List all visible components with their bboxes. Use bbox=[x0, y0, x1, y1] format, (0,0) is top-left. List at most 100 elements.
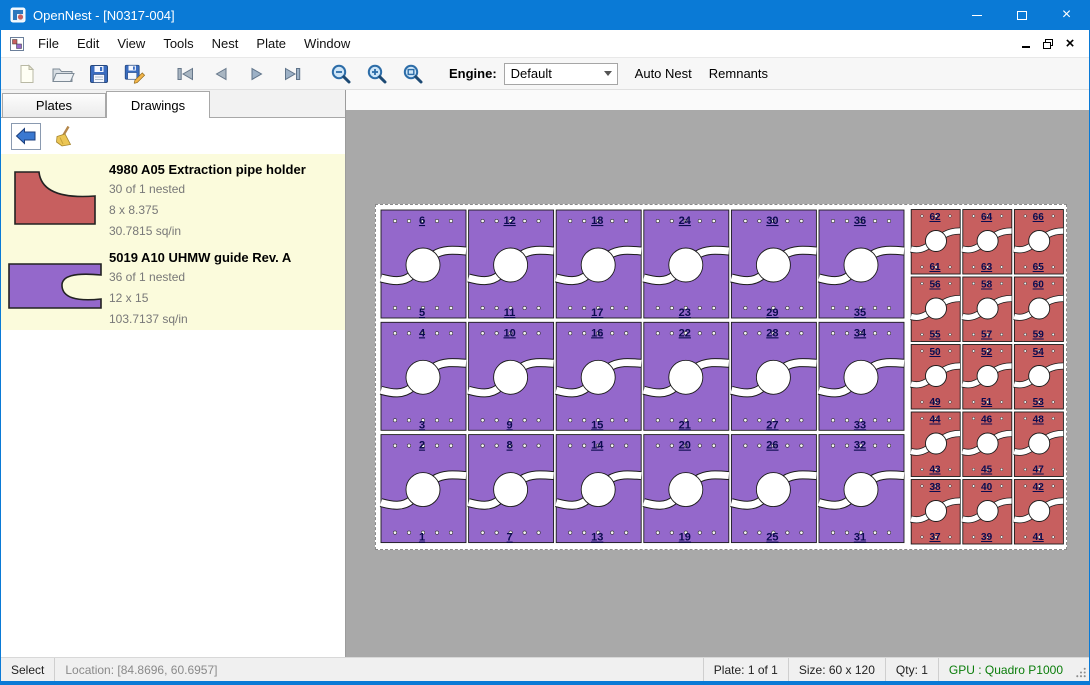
part-number: 2 bbox=[419, 440, 425, 452]
zoom-out-button[interactable] bbox=[323, 59, 359, 89]
nest-cell-red[interactable]: 40 39 bbox=[963, 480, 1012, 545]
purple-part-shape bbox=[9, 264, 101, 308]
part-number: 35 bbox=[854, 307, 866, 319]
status-size: Size: 60 x 120 bbox=[789, 658, 885, 681]
nav-next-button[interactable] bbox=[239, 59, 275, 89]
resize-grip[interactable] bbox=[1073, 658, 1089, 681]
menu-file[interactable]: File bbox=[29, 31, 68, 56]
menu-edit[interactable]: Edit bbox=[68, 31, 108, 56]
nest-cell-purple[interactable]: 109 bbox=[469, 322, 554, 431]
mdi-minimize-button[interactable] bbox=[1015, 34, 1037, 54]
menu-window[interactable]: Window bbox=[295, 31, 359, 56]
part-number: 29 bbox=[766, 307, 778, 319]
nest-cell-red[interactable]: 6665 bbox=[1014, 210, 1063, 275]
clear-parts-button[interactable] bbox=[50, 123, 80, 150]
nest-cell-red[interactable]: 6463 bbox=[963, 210, 1012, 275]
nest-cell-purple[interactable]: 87 bbox=[469, 435, 554, 544]
nest-cell-red[interactable]: 5655 bbox=[911, 277, 960, 342]
save-as-button[interactable] bbox=[117, 59, 153, 89]
drawing-item-2[interactable]: 5019 A10 UHMW guide Rev. A 36 of 1 neste… bbox=[1, 242, 345, 330]
zoom-group bbox=[323, 59, 431, 89]
last-plate-icon bbox=[282, 65, 304, 83]
nest-cell-purple[interactable]: 43 bbox=[381, 322, 466, 431]
nest-cell-purple[interactable]: 2019 bbox=[644, 435, 729, 544]
new-document-icon bbox=[17, 64, 37, 84]
return-parts-button[interactable] bbox=[11, 123, 41, 150]
mdi-restore-button[interactable] bbox=[1037, 34, 1059, 54]
engine-select[interactable]: Default bbox=[504, 63, 618, 85]
window-maximize-button[interactable] bbox=[999, 0, 1044, 30]
nest-cell-red[interactable]: 6261 bbox=[911, 210, 960, 275]
nest-plate[interactable]: 6512111817242330293635431091615222128273… bbox=[375, 204, 1067, 550]
nest-cell-purple[interactable]: 1817 bbox=[556, 210, 641, 319]
nest-cell-red[interactable]: 5049 bbox=[911, 345, 960, 410]
nest-cell-red[interactable]: 4645 bbox=[963, 412, 1012, 477]
zoom-fit-button[interactable] bbox=[395, 59, 431, 89]
part-number: 16 bbox=[591, 327, 603, 339]
nest-cell-red[interactable]: 6059 bbox=[1014, 277, 1063, 342]
nest-cell-red[interactable]: 5857 bbox=[963, 277, 1012, 342]
menu-plate[interactable]: Plate bbox=[247, 31, 295, 56]
nest-cell-purple[interactable]: 2827 bbox=[731, 322, 816, 431]
nest-cell-purple[interactable]: 36 35 bbox=[819, 210, 904, 319]
nest-cell-red[interactable]: 4443 bbox=[911, 412, 960, 477]
first-plate-icon bbox=[174, 65, 196, 83]
drawing-nested-count: 36 of 1 nested bbox=[109, 267, 345, 288]
status-gpu: GPU : Quadro P1000 bbox=[939, 658, 1073, 681]
part-number: 40 bbox=[981, 482, 993, 493]
status-qty: Qty: 1 bbox=[886, 658, 938, 681]
part-number: 17 bbox=[591, 307, 603, 319]
part-number: 10 bbox=[503, 327, 515, 339]
nest-cell-purple[interactable]: 3231 bbox=[819, 435, 904, 544]
zoom-in-button[interactable] bbox=[359, 59, 395, 89]
menu-tools[interactable]: Tools bbox=[154, 31, 202, 56]
window-minimize-button[interactable] bbox=[954, 0, 999, 30]
part-number: 37 bbox=[929, 532, 941, 543]
drawing-item-1[interactable]: 4980 A05 Extraction pipe holder 30 of 1 … bbox=[1, 154, 345, 242]
auto-nest-button[interactable]: Auto Nest bbox=[635, 66, 692, 81]
menu-view[interactable]: View bbox=[108, 31, 154, 56]
part-number: 39 bbox=[981, 532, 993, 543]
nest-plate-svg[interactable]: 6512111817242330293635431091615222128273… bbox=[376, 205, 1066, 549]
nest-cell-purple[interactable]: 2423 bbox=[644, 210, 729, 319]
part-number: 56 bbox=[929, 280, 941, 291]
remnants-button[interactable]: Remnants bbox=[709, 66, 768, 81]
tab-plates[interactable]: Plates bbox=[2, 93, 106, 117]
nest-cell-purple[interactable]: 1211 bbox=[469, 210, 554, 319]
part-number: 51 bbox=[981, 397, 993, 408]
red-part-shape bbox=[15, 172, 95, 224]
nest-cell-red[interactable]: 5453 bbox=[1014, 345, 1063, 410]
nest-cell-purple[interactable]: 2625 bbox=[731, 435, 816, 544]
nav-prev-button[interactable] bbox=[203, 59, 239, 89]
nest-cell-purple[interactable]: 1615 bbox=[556, 322, 641, 431]
nest-cell-purple[interactable]: 3029 bbox=[731, 210, 816, 319]
nest-cell-red[interactable]: 52 51 bbox=[963, 345, 1012, 410]
part-number: 34 bbox=[854, 327, 867, 339]
nest-cell-purple[interactable]: 3433 bbox=[819, 322, 904, 431]
nest-cell-red[interactable]: 3837 bbox=[911, 480, 960, 545]
nest-canvas[interactable]: 6512111817242330293635431091615222128273… bbox=[346, 90, 1089, 657]
nest-cell-red[interactable]: 4241 bbox=[1014, 480, 1063, 545]
part-number: 52 bbox=[981, 347, 993, 358]
nest-cell-purple[interactable]: 2221 bbox=[644, 322, 729, 431]
open-button[interactable] bbox=[45, 59, 81, 89]
nest-cell-purple[interactable]: 1413 bbox=[556, 435, 641, 544]
engine-group: Engine: Default bbox=[449, 63, 618, 85]
new-button[interactable] bbox=[9, 59, 45, 89]
nest-cell-purple[interactable]: 65 bbox=[381, 210, 466, 319]
nest-cell-red[interactable]: 4847 bbox=[1014, 412, 1063, 477]
menu-nest[interactable]: Nest bbox=[203, 31, 248, 56]
window-close-button[interactable]: × bbox=[1044, 0, 1089, 30]
nav-last-button[interactable] bbox=[275, 59, 311, 89]
tab-drawings[interactable]: Drawings bbox=[106, 91, 210, 118]
part-number: 62 bbox=[929, 212, 941, 223]
nav-first-button[interactable] bbox=[167, 59, 203, 89]
drawing-title: 4980 A05 Extraction pipe holder bbox=[109, 162, 345, 177]
save-button[interactable] bbox=[81, 59, 117, 89]
mdi-close-button[interactable]: × bbox=[1059, 34, 1081, 54]
part-number: 36 bbox=[854, 215, 866, 227]
part-number: 66 bbox=[1033, 212, 1045, 223]
nest-cell-purple[interactable]: 21 bbox=[381, 435, 466, 544]
part-number: 19 bbox=[679, 532, 691, 544]
mdi-minimize-icon bbox=[1022, 46, 1030, 48]
